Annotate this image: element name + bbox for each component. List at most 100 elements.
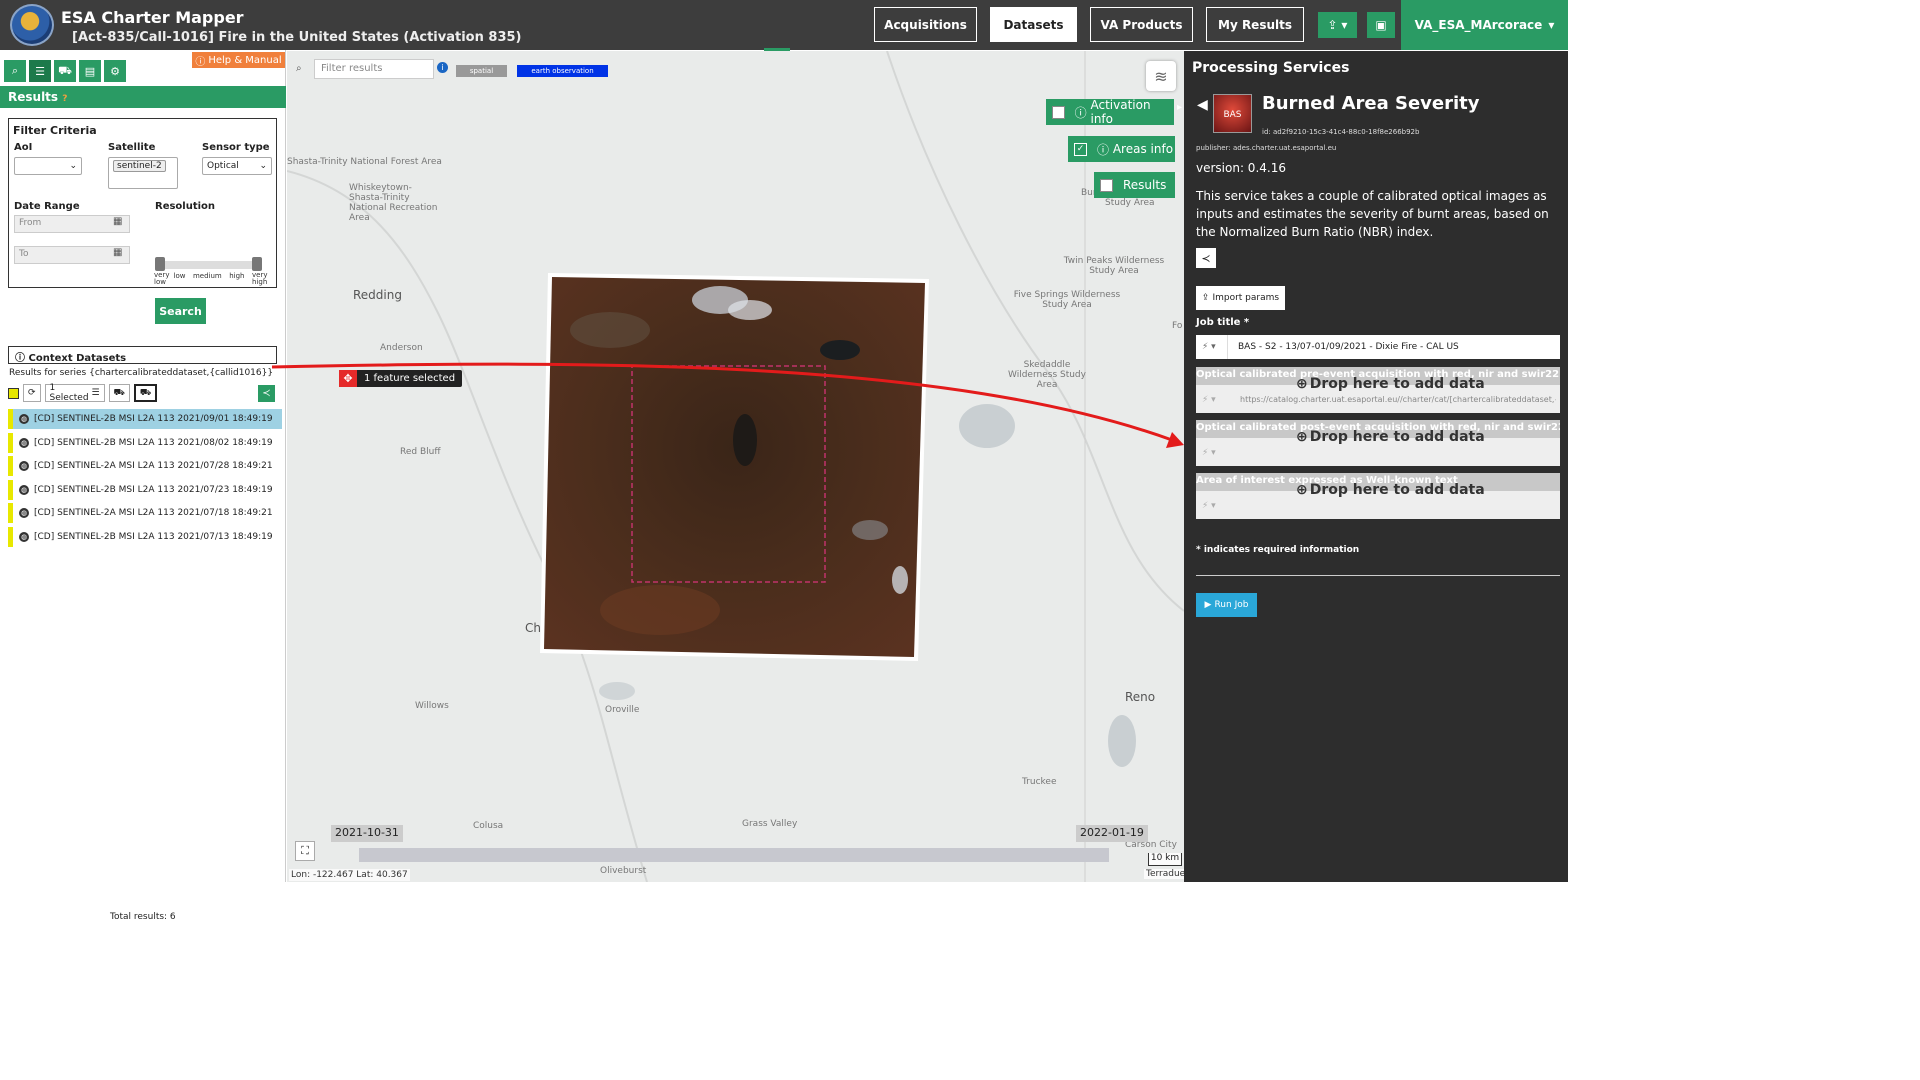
attribution: Terradue (1144, 869, 1184, 879)
satellite-label: Satellite (108, 142, 156, 153)
add-to-basket-button[interactable]: ⛟ (108, 384, 130, 402)
list-item[interactable]: ◍ [CD] SENTINEL-2B MSI L2A 113 2021/07/23… (8, 479, 282, 500)
sensor-label: Sensor type (202, 142, 270, 153)
settings-tab[interactable]: ⚙ (104, 60, 126, 82)
place-label: Grass Valley (742, 819, 798, 829)
results-header: Results ? (0, 86, 286, 108)
sensor-select[interactable]: Optical ⌄ (202, 157, 272, 175)
spatial-tag[interactable]: spatial (456, 65, 507, 77)
satellite-chip[interactable]: sentinel-2 (113, 160, 166, 172)
nav-acquisitions[interactable]: Acquisitions (874, 7, 977, 42)
list-item[interactable]: ◍ [CD] SENTINEL-2B MSI L2A 113 2021/07/13… (8, 526, 282, 547)
magic-wand-icon[interactable]: ⚡ ▾ (1202, 448, 1216, 458)
list-item-label: [CD] SENTINEL-2A MSI L2A 113 2021/07/28 … (34, 461, 273, 472)
selection-menu[interactable]: 1 Selected ☰ (44, 383, 105, 403)
results-layer-button[interactable]: Results (1094, 172, 1175, 198)
archive-tab[interactable]: ▤ (79, 60, 101, 82)
divider (1196, 575, 1560, 576)
import-params-button[interactable]: ⇪ Import params (1196, 286, 1285, 310)
info-icon[interactable]: i (437, 62, 448, 73)
help-manual-button[interactable]: ⓘ Help & Manual (192, 52, 285, 68)
place-label: Skedaddle Wilderness Study Area (1008, 360, 1086, 390)
processing-services-panel: ▸ Processing Services ◀ BAS Burned Area … (1177, 51, 1568, 882)
nav-my-results[interactable]: My Results (1206, 7, 1304, 42)
level-very-low: very low (154, 271, 170, 286)
search-icon: ⌕ (11, 64, 19, 77)
share-button[interactable]: ≺ (258, 385, 275, 402)
job-title-field[interactable]: ⚡ ▾ BAS - S2 - 13/07-01/09/2021 - Dixie F… (1196, 335, 1560, 359)
job-title-value[interactable]: BAS - S2 - 13/07-01/09/2021 - Dixie Fire… (1228, 342, 1459, 352)
list-item[interactable]: ◍ [CD] SENTINEL-2B MSI L2A 113 2021/08/02… (8, 432, 282, 453)
slider-handle-max[interactable] (252, 257, 262, 271)
plus-circle-icon: ⊕ (1296, 482, 1308, 498)
calendar-icon[interactable]: ▦ (113, 216, 129, 232)
list-icon: ☰ (35, 64, 45, 78)
magic-wand-icon[interactable]: ⚡ ▾ (1202, 501, 1216, 511)
results-tab[interactable]: ☰ (29, 60, 51, 82)
fullscreen-button[interactable]: ⛶ (295, 841, 315, 861)
map-view[interactable]: Shasta-Trinity National Forest Area Whis… (287, 51, 1184, 882)
place-label: Reno (1125, 690, 1156, 704)
list-item-label: [CD] SENTINEL-2B MSI L2A 113 2021/08/02 … (34, 437, 273, 448)
left-tabs: ⌕ ☰ ⛟ ▤ ⚙ (4, 60, 126, 82)
job-title-label: Job title * (1196, 317, 1250, 328)
briefcase-button[interactable]: ▣ (1367, 12, 1395, 38)
nav-va-products[interactable]: VA Products (1090, 7, 1193, 42)
mouse-coordinates: Lon: -122.467 Lat: 40.367 (289, 869, 410, 881)
pre-event-dropzone[interactable]: Optical calibrated pre-event acquisition… (1196, 367, 1560, 413)
search-icon: ⌕ (296, 63, 302, 74)
satellite-image[interactable] (540, 270, 930, 665)
context-title: Context Datasets (28, 353, 127, 364)
activation-info-button[interactable]: ⓘ Activation info (1046, 98, 1174, 126)
series-text: Results for series {chartercalibrateddat… (9, 368, 274, 378)
level-very-high: very high (252, 271, 268, 286)
aoi-dropzone[interactable]: Area of interest expressed as Well-known… (1196, 473, 1560, 519)
slider-handle-min[interactable] (155, 257, 165, 271)
pre-event-url[interactable]: https://catalog.charter.uat.esaportal.eu… (1240, 395, 1556, 404)
user-menu[interactable]: VA_ESA_MArcorace ▾ (1401, 0, 1568, 50)
drop-hint: ⊕ Drop here to add data (1296, 429, 1485, 445)
nav-datasets[interactable]: Datasets (990, 7, 1077, 42)
search-tab[interactable]: ⌕ (4, 60, 26, 82)
results-layer-checkbox[interactable] (1100, 178, 1113, 192)
plus-circle-icon: ⊕ (1296, 429, 1308, 445)
run-job-button[interactable]: ▶ Run Job (1196, 593, 1257, 617)
layers-button[interactable]: ≋ (1146, 61, 1176, 91)
calendar-icon[interactable]: ▦ (113, 247, 129, 263)
drop-text: Drop here to add data (1309, 376, 1485, 392)
activation-info-checkbox[interactable] (1052, 105, 1065, 119)
globe-icon: ◍ (19, 531, 29, 542)
aoi-select[interactable]: ⌄ (14, 157, 82, 175)
satellite-select[interactable]: sentinel-2 (108, 157, 178, 189)
earth-observation-tag[interactable]: earth observation (517, 65, 608, 77)
search-button[interactable]: Search (155, 298, 206, 324)
context-datasets[interactable]: ⓘ Context Datasets (8, 346, 277, 364)
activation-info-label: Activation info (1090, 98, 1151, 126)
areas-info-button[interactable]: ✓ ⓘ Areas info (1068, 136, 1175, 162)
filter-results-input[interactable]: Filter results (314, 59, 434, 79)
post-event-dropzone[interactable]: Optical calibrated post-event acquisitio… (1196, 420, 1560, 466)
timeline-slider[interactable] (359, 848, 1109, 862)
place-label: Oliveburst (600, 866, 647, 876)
list-item[interactable]: ◍ [CD] SENTINEL-2A MSI L2A 113 2021/07/18… (8, 503, 282, 524)
list-item[interactable]: ◍ [CD] SENTINEL-2A MSI L2A 113 2021/07/28… (8, 456, 282, 477)
upload-menu-button[interactable]: ⇪ ▾ (1318, 12, 1357, 38)
refresh-button[interactable]: ⟳ (23, 384, 41, 402)
back-icon[interactable]: ◀ (1197, 97, 1208, 113)
magic-wand-icon[interactable]: ⚡ ▾ (1202, 395, 1216, 405)
basket-remove-icon: ⛟ (139, 387, 152, 398)
basket-remove-button[interactable]: ⛟ (133, 384, 158, 402)
list-item[interactable]: ◍ [CD] SENTINEL-2B MSI L2A 113 2021/09/01… (8, 409, 282, 429)
share-service-button[interactable]: ≺ (1196, 248, 1216, 268)
magic-wand-icon[interactable]: ⚡ ▾ (1196, 335, 1228, 359)
areas-info-checkbox[interactable]: ✓ (1074, 142, 1087, 156)
layers-icon: ≋ (1154, 66, 1168, 86)
basket-tab[interactable]: ⛟ (54, 60, 76, 82)
select-all-checkbox[interactable] (8, 387, 19, 399)
drop-text: Drop here to add data (1309, 482, 1485, 498)
globe-icon: ◍ (19, 437, 29, 448)
resolution-slider[interactable] (155, 257, 262, 271)
service-id: id: ad2f9210-15c3-41c4-88c0-18f8e266b92b (1262, 128, 1420, 136)
collapse-right-icon[interactable]: ▸ (1177, 102, 1182, 113)
info-icon: ⓘ (195, 56, 206, 68)
